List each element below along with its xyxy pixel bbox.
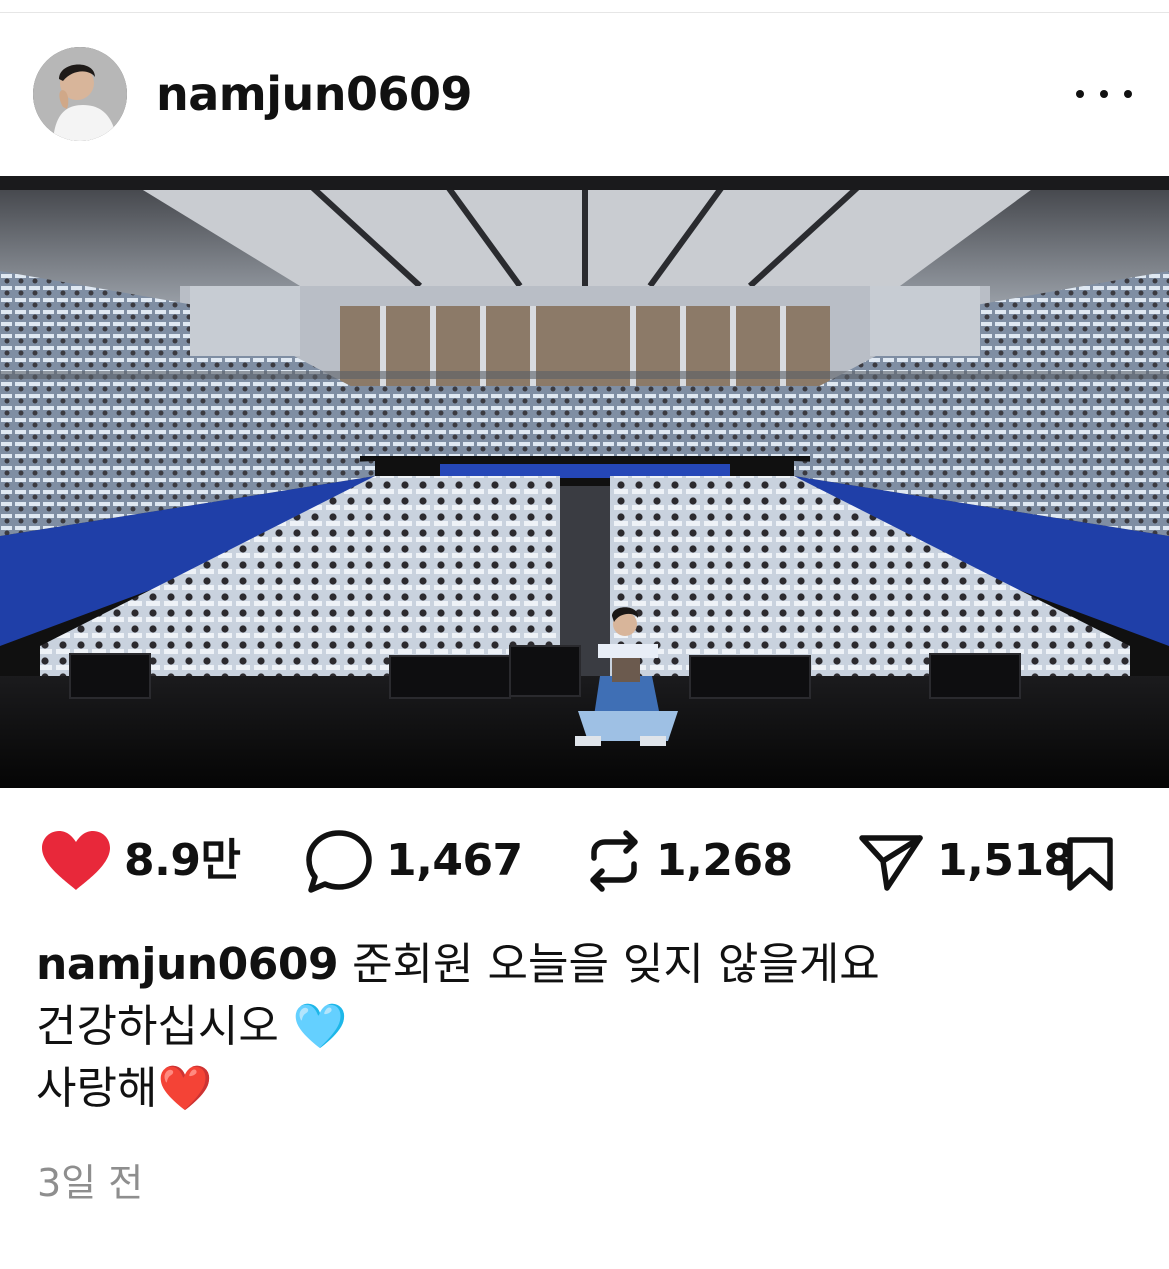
- repost-icon: [590, 830, 638, 892]
- save-button[interactable]: [1062, 836, 1118, 892]
- heart-icon: [42, 831, 110, 890]
- post-photo[interactable]: [0, 176, 1169, 788]
- caption-line-2: 건강하십시오 🩵: [36, 1001, 348, 1052]
- caption-username[interactable]: namjun0609: [36, 939, 339, 990]
- like-button[interactable]: 8.9만: [40, 826, 241, 896]
- caption-text-1: 준회원 오늘을 잊지 않을게요: [352, 939, 880, 990]
- top-divider: [0, 12, 1169, 13]
- concert-hall-photo: [0, 176, 1169, 788]
- post-caption: namjun0609 준회원 오늘을 잊지 않을게요 건강하십시오 🩵 사랑해❤️: [36, 934, 1136, 1120]
- caption-line-3: 사랑해❤️: [36, 1063, 213, 1114]
- more-icon: [1076, 90, 1084, 98]
- avatar[interactable]: [33, 47, 127, 141]
- caption-line-1: namjun0609 준회원 오늘을 잊지 않을게요: [36, 934, 1136, 996]
- post-header: namjun0609: [0, 42, 1169, 146]
- likes-count: 8.9만: [124, 835, 241, 886]
- shares-count: 1,518: [937, 835, 1074, 886]
- post-actions-bar: 8.9만 1,467 1,268 1,518: [0, 826, 1169, 896]
- repost-button[interactable]: 1,268: [584, 826, 793, 896]
- post-username[interactable]: namjun0609: [156, 66, 473, 122]
- post-timestamp: 3일 전: [37, 1161, 144, 1205]
- more-options-button[interactable]: [1076, 78, 1132, 110]
- comments-count: 1,467: [386, 835, 523, 886]
- avatar-image: [33, 47, 127, 141]
- reposts-count: 1,268: [656, 835, 793, 886]
- bookmark-icon: [1067, 837, 1113, 891]
- comment-icon: [306, 830, 372, 893]
- share-button[interactable]: 1,518: [857, 826, 1074, 896]
- more-icon-dot: [1100, 90, 1108, 98]
- share-icon: [859, 835, 923, 891]
- comment-button[interactable]: 1,467: [304, 826, 523, 896]
- more-icon-dot: [1124, 90, 1132, 98]
